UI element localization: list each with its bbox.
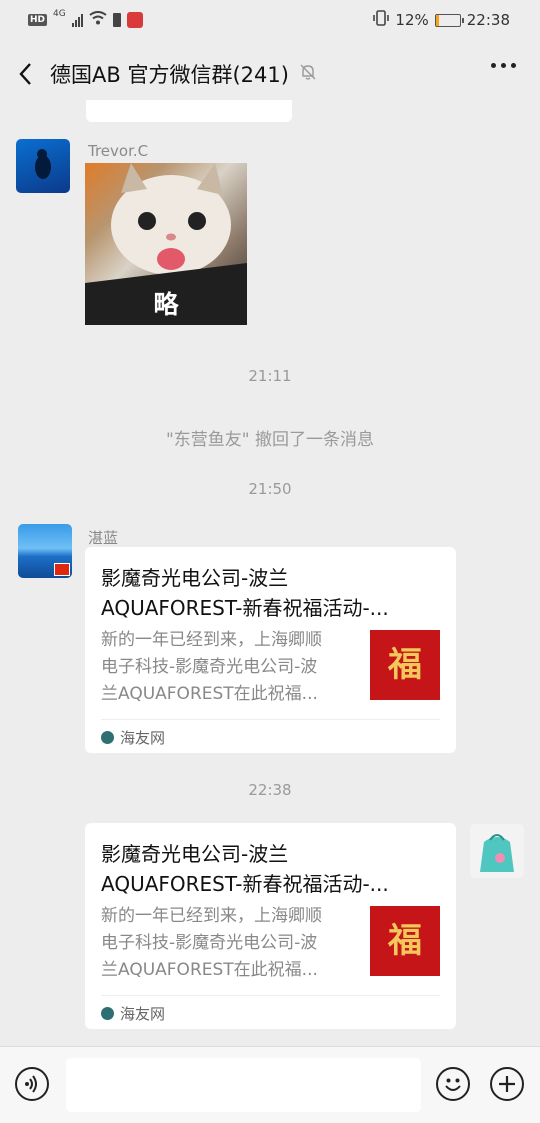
app-notification-icon — [126, 12, 143, 28]
voice-icon — [25, 1075, 37, 1093]
sender-name: Trevor.C — [88, 142, 149, 160]
network-label: 4G — [53, 9, 66, 19]
plus-circle-icon — [499, 1076, 515, 1092]
message-input[interactable] — [66, 1058, 421, 1112]
system-message: "东营鱼友" 撤回了一条消息 — [165, 430, 375, 450]
bell-off-icon — [299, 63, 317, 85]
hd-indicator: HD — [28, 14, 48, 26]
battery-percent: 12% — [395, 11, 429, 29]
input-bar — [0, 1046, 540, 1123]
avatar[interactable] — [16, 139, 70, 193]
source-name: 海友网 — [120, 729, 166, 747]
card-title-line: AQUAFOREST-新春祝福活动-... — [101, 596, 389, 620]
divider — [101, 719, 440, 720]
chat-title: 德国AB 官方微信群(241) — [50, 63, 289, 87]
chevron-left-icon — [19, 63, 31, 85]
status-bar: HD 4G 12% 22:38 — [0, 0, 540, 40]
source-logo-icon — [101, 731, 114, 744]
sticker-image[interactable]: 略 — [85, 163, 247, 325]
card-desc-line: 电子科技-影魔奇光电公司-波 — [101, 933, 318, 953]
card-desc-line: 新的一年已经到来，上海卿顺 — [101, 906, 322, 926]
back-button[interactable] — [0, 62, 50, 86]
diver-image — [35, 149, 51, 179]
source-name: 海友网 — [120, 1005, 166, 1023]
timestamp: 22:38 — [248, 781, 292, 799]
fu-glyph: 福 — [388, 645, 422, 685]
divider — [101, 995, 440, 996]
card-desc-line: 兰AQUAFOREST在此祝福... — [101, 684, 318, 704]
voice-button[interactable] — [15, 1067, 49, 1101]
wifi-icon — [89, 11, 107, 29]
partial-message-bubble[interactable] — [86, 100, 292, 122]
bag-image — [480, 834, 514, 872]
status-time: 22:38 — [466, 11, 510, 29]
card-description: 新的一年已经到来，上海卿顺 电子科技-影魔奇光电公司-波 兰AQUAFOREST… — [101, 903, 353, 984]
more-dot — [501, 63, 506, 68]
card-description: 新的一年已经到来，上海卿顺 电子科技-影魔奇光电公司-波 兰AQUAFOREST… — [101, 627, 353, 708]
flag-icon — [54, 563, 70, 576]
timestamp: 21:50 — [248, 480, 292, 498]
link-card[interactable]: 影魔奇光电公司-波兰 AQUAFOREST-新春祝福活动-... 新的一年已经到… — [85, 547, 456, 753]
card-desc-line: 兰AQUAFOREST在此祝福... — [101, 960, 318, 980]
card-desc-line: 新的一年已经到来，上海卿顺 — [101, 630, 322, 650]
card-title: 影魔奇光电公司-波兰 AQUAFOREST-新春祝福活动-... — [101, 839, 431, 899]
timestamp: 21:11 — [248, 367, 292, 385]
fu-glyph: 福 — [388, 921, 422, 961]
alert-icon — [112, 13, 121, 27]
smiley-icon — [445, 1078, 461, 1091]
emoji-button[interactable] — [436, 1067, 470, 1101]
card-source: 海友网 — [101, 1003, 165, 1024]
card-title-line: 影魔奇光电公司-波兰 — [101, 566, 289, 590]
chat-header: 德国AB 官方微信群(241) — [0, 40, 540, 108]
vibrate-icon — [373, 10, 390, 30]
more-dot — [491, 63, 496, 68]
card-thumbnail: 福 — [370, 630, 440, 700]
sticker-caption: 略 — [153, 290, 179, 319]
card-desc-line: 电子科技-影魔奇光电公司-波 — [101, 657, 318, 677]
sender-name: 湛蓝 — [88, 529, 119, 547]
card-thumbnail: 福 — [370, 906, 440, 976]
avatar[interactable] — [18, 524, 72, 578]
source-logo-icon — [101, 1007, 114, 1020]
more-button[interactable] — [491, 63, 516, 68]
self-avatar[interactable] — [470, 824, 524, 878]
signal-icon — [71, 13, 83, 27]
add-button[interactable] — [490, 1067, 524, 1101]
link-card[interactable]: 影魔奇光电公司-波兰 AQUAFOREST-新春祝福活动-... 新的一年已经到… — [85, 823, 456, 1029]
battery-icon — [434, 13, 464, 27]
card-title-line: AQUAFOREST-新春祝福活动-... — [101, 872, 389, 896]
more-dot — [511, 63, 516, 68]
card-title-line: 影魔奇光电公司-波兰 — [101, 842, 289, 866]
card-title: 影魔奇光电公司-波兰 AQUAFOREST-新春祝福活动-... — [101, 563, 431, 623]
card-source: 海友网 — [101, 727, 165, 748]
